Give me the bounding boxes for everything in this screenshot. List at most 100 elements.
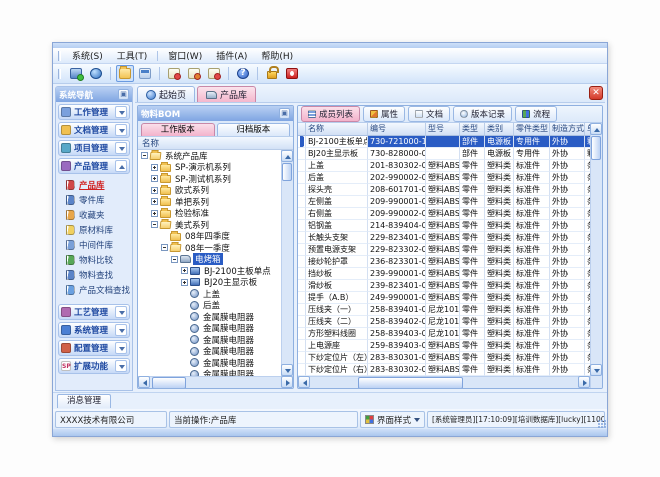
table-row-9[interactable]: 预置电源支架229-823302-00X塑料ABS零件塑料类标准件外协条	[298, 244, 590, 256]
sidebar-group-chevron-icon[interactable]	[115, 306, 127, 318]
version-tab-1[interactable]: 归档版本	[217, 123, 291, 136]
toolbar-button-report[interactable]	[136, 65, 154, 82]
table-row-14[interactable]: 压线夹（一）258-839401-00X尼龙1010零件塑料类标准件外协条	[298, 304, 590, 316]
sidebar-group-1[interactable]: 文档管理	[58, 122, 130, 138]
table-row-6[interactable]: 右侧盖209-990002-01X塑料ABS零件塑料类标准件外协条	[298, 208, 590, 220]
tree-expander-plus[interactable]	[151, 164, 158, 171]
sidebar-group-2[interactable]: 项目管理	[58, 140, 130, 156]
tree-column-header[interactable]: 名称	[138, 137, 293, 150]
tree-expander-minus[interactable]	[161, 244, 168, 251]
sidebar-item-2[interactable]: 收藏夹	[56, 207, 132, 222]
tree-expander-plus[interactable]	[151, 198, 158, 205]
toolbar-button-mail-new[interactable]	[165, 65, 183, 82]
tree-node-15[interactable]: 金属膜电阻器	[138, 323, 281, 335]
tree-node-19[interactable]: 金属膜电阻器	[138, 369, 281, 377]
grid-scroll-left-button[interactable]	[298, 376, 310, 388]
tree-node-8[interactable]: 08年一季度	[138, 242, 281, 254]
sidebar-group-chevron-icon[interactable]	[115, 106, 127, 118]
sidebar-item-1[interactable]: 零件库	[56, 192, 132, 207]
sidebar-group-6[interactable]: 配置管理	[58, 340, 130, 356]
tree-node-6[interactable]: 美式系列	[138, 219, 281, 231]
grid-header-col-3[interactable]: 类型	[460, 123, 485, 136]
table-row-17[interactable]: 上电源座259-839403-00X塑料ABS零件塑料类标准件外协条	[298, 340, 590, 352]
sidebar-item-6[interactable]: 物料查找	[56, 267, 132, 282]
tree-vscroll-thumb[interactable]	[282, 163, 292, 181]
sidebar-group-3[interactable]: 产品管理	[58, 158, 130, 174]
tree-node-7[interactable]: 08年四季度	[138, 231, 281, 243]
version-tab-0[interactable]: 工作版本	[141, 123, 215, 136]
grid-header-col-0[interactable]: 名称	[306, 123, 368, 136]
toolbar-button-mail-alert[interactable]	[185, 65, 203, 82]
toolbar-button-pc[interactable]	[67, 65, 85, 82]
member-tab-4[interactable]: 流程	[515, 106, 557, 122]
table-row-8[interactable]: 长触头支架229-823401-00X塑料ABS零件塑料类标准件外协条	[298, 232, 590, 244]
tree-node-2[interactable]: SP-测试机系列	[138, 173, 281, 185]
tree-node-3[interactable]: 欧式系列	[138, 185, 281, 197]
table-row-10[interactable]: 接纱轮护罩236-823301-00X塑料ABS零件塑料类标准件外协条	[298, 256, 590, 268]
sidebar-group-7[interactable]: SP扩展功能	[58, 358, 130, 374]
bom-pin-button[interactable]: ▣	[279, 108, 290, 119]
grid-vscroll-thumb[interactable]	[591, 136, 601, 160]
tree-node-16[interactable]: 金属膜电阻器	[138, 334, 281, 346]
tree-node-18[interactable]: 金属膜电阻器	[138, 357, 281, 369]
tree-expander-plus[interactable]	[151, 210, 158, 217]
tree-expander-minus[interactable]	[141, 152, 148, 159]
table-row-16[interactable]: 方形塑料线圈258-839403-00X尼龙1010零件塑料类标准件外协条	[298, 328, 590, 340]
member-tab-2[interactable]: 文档	[408, 106, 450, 122]
sidebar-group-chevron-icon[interactable]	[115, 160, 127, 172]
menu-item-0[interactable]: 系统(S)	[65, 48, 110, 63]
member-tab-1[interactable]: 属性	[363, 106, 405, 122]
toolbar-button-lock[interactable]	[263, 65, 281, 82]
sidebar-item-3[interactable]: 原材料库	[56, 222, 132, 237]
sidebar-group-5[interactable]: 系统管理	[58, 322, 130, 338]
menubar-grip[interactable]	[58, 51, 61, 61]
tree-expander-minus[interactable]	[171, 256, 178, 263]
tree-expander-plus[interactable]	[151, 187, 158, 194]
table-row-0[interactable]: BJ-2100主板单点730-721000-12X部件电源板专用件外协颗	[298, 136, 590, 148]
grid-header-col-2[interactable]: 型号	[426, 123, 460, 136]
tree-node-17[interactable]: 金属膜电阻器	[138, 346, 281, 358]
menu-item-1[interactable]: 工具(T)	[110, 48, 155, 63]
sidebar-group-chevron-icon[interactable]	[115, 124, 127, 136]
grid-hscrollbar[interactable]	[298, 376, 590, 388]
sidebar-group-4[interactable]: 工艺管理	[58, 304, 130, 320]
sidebar-group-chevron-icon[interactable]	[115, 142, 127, 154]
tree-node-14[interactable]: 金属膜电阻器	[138, 311, 281, 323]
tree-hscrollbar[interactable]	[138, 376, 293, 388]
table-row-3[interactable]: 后盖202-990002-01X塑料ABS零件塑料类标准件外协条	[298, 172, 590, 184]
table-row-15[interactable]: 压线夹（二）258-839402-00X尼龙1010零件塑料类标准件外协条	[298, 316, 590, 328]
tree-node-10[interactable]: BJ-2100主板单点	[138, 265, 281, 277]
sidebar-group-chevron-icon[interactable]	[115, 324, 127, 336]
menu-item-3[interactable]: 窗口(W)	[161, 48, 209, 63]
tree-node-4[interactable]: 单把系列	[138, 196, 281, 208]
table-row-2[interactable]: 上盖201-830302-00X塑料ABS零件塑料类标准件外协条	[298, 160, 590, 172]
toolbar-button-globe[interactable]	[87, 65, 105, 82]
doc-tab-1[interactable]: 产品库	[197, 86, 256, 102]
grid-header-col-1[interactable]: 编号	[368, 123, 426, 136]
sidebar-item-7[interactable]: 产品文档查找	[56, 282, 132, 297]
grid-scroll-down-button[interactable]	[590, 364, 602, 376]
tree-scroll-left-button[interactable]	[138, 376, 150, 388]
tree-expander-plus[interactable]	[181, 279, 188, 286]
table-row-11[interactable]: 挡纱板239-990001-01X塑料ABS零件塑料类标准件外协条	[298, 268, 590, 280]
table-row-1[interactable]: BJ20主显示板730-828000-04X部件电源板专用件外协颗	[298, 148, 590, 160]
toolbar-button-help[interactable]	[234, 65, 252, 82]
grid-vscrollbar[interactable]	[590, 123, 602, 388]
grid-scroll-up-button[interactable]	[590, 123, 602, 135]
resize-grip[interactable]	[598, 420, 606, 428]
tree-hscroll-thumb[interactable]	[152, 377, 186, 389]
tree-expander-plus[interactable]	[181, 267, 188, 274]
sidebar-item-0[interactable]: 产品库	[56, 177, 132, 192]
table-row-4[interactable]: 探头壳208-601701-01X塑料ABS零件塑料类标准件外协条	[298, 184, 590, 196]
tree-vscrollbar[interactable]	[281, 150, 293, 376]
tree-node-13[interactable]: 后盖	[138, 300, 281, 312]
ui-style-selector[interactable]: 界面样式	[360, 411, 425, 428]
doc-tab-0[interactable]: 起始页	[137, 86, 195, 102]
sidebar-group-0[interactable]: 工作管理	[58, 104, 130, 120]
table-row-13[interactable]: 提手（A.B）249-990001-01X塑料ABS零件塑料类标准件外协条	[298, 292, 590, 304]
tree-expander-minus[interactable]	[151, 221, 158, 228]
grid-header-col-6[interactable]: 制造方式	[550, 123, 585, 136]
grid-hscroll-thumb[interactable]	[358, 377, 463, 388]
tree-node-11[interactable]: BJ20主显示板	[138, 277, 281, 289]
menu-item-5[interactable]: 帮助(H)	[254, 48, 300, 63]
